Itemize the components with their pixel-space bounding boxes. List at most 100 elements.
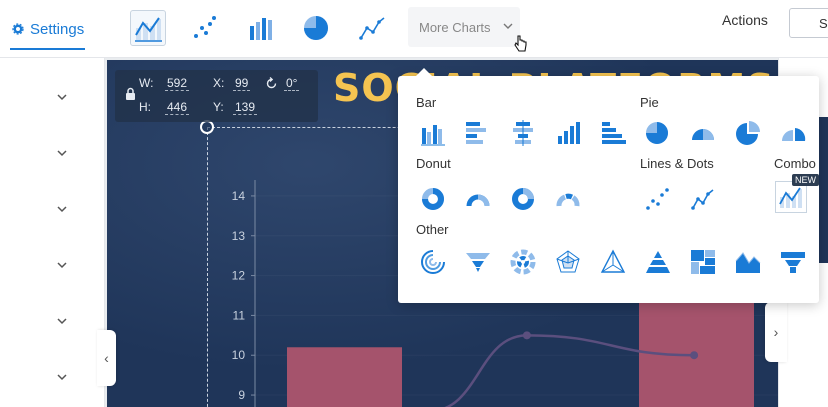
chevron-left-icon: ‹ [104, 350, 109, 366]
half-pie-option[interactable] [688, 118, 718, 148]
chevron-down-icon[interactable] [55, 90, 69, 104]
funnel-stacked-option[interactable] [778, 247, 808, 277]
sunburst-option[interactable] [508, 247, 538, 277]
x-value[interactable]: 99 [233, 76, 251, 91]
settings-tab[interactable]: Settings [0, 0, 112, 58]
pyramid-icon [646, 251, 670, 273]
chevron-down-icon[interactable] [55, 202, 69, 216]
pie-icon [646, 122, 668, 144]
settings-label: Settings [30, 20, 85, 38]
pyramid-option[interactable] [643, 247, 673, 277]
triangle-network-option[interactable] [598, 247, 628, 277]
bar-horizontal-stacked-option[interactable] [598, 118, 628, 148]
bar-horizontal-stacked-icon [602, 122, 626, 144]
bar-chart-icon [250, 18, 272, 40]
pie-exploded-option[interactable] [733, 118, 763, 148]
chevron-right-icon: › [773, 324, 779, 340]
radial-option[interactable] [418, 247, 448, 277]
combo-chart-icon [135, 17, 162, 42]
half-donut-icon [466, 194, 490, 207]
pie-option[interactable] [642, 118, 672, 148]
treemap-icon [691, 250, 715, 274]
gear-icon [12, 23, 24, 35]
rotate-icon [266, 77, 277, 89]
treemap-option[interactable] [688, 247, 718, 277]
scatter-chart-icon [194, 16, 216, 38]
width-label: W: [139, 76, 154, 90]
combo-option-icon-wrap [776, 182, 806, 212]
pie-split-option[interactable] [778, 118, 808, 148]
half-donut-segmented-option[interactable] [553, 184, 583, 214]
bar-ascending-option[interactable] [553, 118, 583, 148]
top-toolbar: Settings More Charts Actions S [0, 0, 828, 58]
chevron-down-icon[interactable] [55, 258, 69, 272]
lock-icon[interactable] [125, 87, 136, 101]
section-pie-label: Pie [640, 95, 659, 110]
combo-icon [779, 187, 802, 208]
chevron-down-icon[interactable] [55, 370, 69, 384]
pie-chart-button[interactable] [298, 10, 334, 46]
donut-option[interactable] [418, 184, 448, 214]
more-charts-menu: Bar Pie Donut Lines & Dots Combo Other N… [398, 68, 819, 303]
funnel-option[interactable] [463, 247, 493, 277]
half-donut-segmented-icon [556, 193, 580, 207]
scatter-icon [646, 188, 669, 210]
height-value[interactable]: 446 [165, 100, 190, 115]
rotation-handle[interactable] [200, 120, 214, 134]
y-value[interactable]: 139 [233, 100, 258, 115]
share-button[interactable]: Sh [789, 8, 828, 38]
bar-horizontal-icon [466, 122, 486, 144]
bar-horizontal-option[interactable] [462, 118, 492, 148]
chevron-down-icon[interactable] [55, 314, 69, 328]
section-lines-label: Lines & Dots [640, 156, 714, 171]
donut-thick-option[interactable] [508, 184, 538, 214]
scatter-option[interactable] [642, 184, 672, 214]
bar-vertical-icon [421, 125, 445, 146]
bar-centered-option[interactable] [508, 118, 538, 148]
half-donut-option[interactable] [463, 184, 493, 214]
chevron-down-icon[interactable] [55, 146, 69, 160]
settings-panel [0, 58, 105, 407]
area-icon [735, 252, 761, 273]
line-dots-icon [691, 189, 714, 210]
pie-split-icon [782, 128, 806, 141]
bar-chart-button[interactable] [242, 10, 278, 46]
bar-vertical-option[interactable] [418, 118, 448, 148]
radar-option[interactable] [553, 247, 583, 277]
expand-right-panel-button[interactable]: › [765, 302, 787, 362]
menu-arrow [416, 68, 432, 76]
section-bar-label: Bar [416, 95, 437, 110]
more-charts-label: More Charts [419, 19, 491, 35]
donut-icon [422, 188, 444, 210]
height-label: H: [139, 100, 151, 114]
share-button-label: Sh [819, 16, 828, 31]
y-label: Y: [213, 100, 224, 114]
section-donut-label: Donut [416, 156, 451, 171]
right-rail-preview [818, 117, 828, 263]
width-value[interactable]: 592 [165, 76, 190, 91]
line-chart-icon [359, 17, 385, 40]
new-badge: NEW [792, 174, 819, 186]
x-label: X: [213, 76, 225, 90]
more-charts-dropdown[interactable]: More Charts [408, 7, 520, 47]
rotation-value[interactable]: 0° [284, 76, 300, 91]
line-dots-option[interactable] [688, 184, 718, 214]
chevron-down-icon [503, 23, 513, 29]
funnel-icon [466, 253, 490, 272]
bar-ascending-icon [558, 122, 580, 144]
half-pie-icon [692, 129, 714, 140]
line-chart-button[interactable] [354, 10, 390, 46]
area-option[interactable] [733, 247, 763, 277]
settings-tab-underline [10, 48, 85, 50]
collapse-left-panel-button[interactable]: ‹ [97, 330, 116, 386]
actions-label[interactable]: Actions [722, 12, 768, 28]
section-combo-label: Combo [774, 156, 816, 171]
scatter-chart-button[interactable] [186, 10, 222, 46]
pie-chart-icon [304, 16, 328, 40]
section-other-label: Other [416, 222, 449, 237]
hand-cursor-icon [514, 35, 527, 52]
radar-icon [556, 250, 580, 273]
pie-exploded-icon [736, 121, 760, 145]
combo-chart-button[interactable] [130, 10, 166, 46]
bar-centered-icon [513, 120, 533, 146]
